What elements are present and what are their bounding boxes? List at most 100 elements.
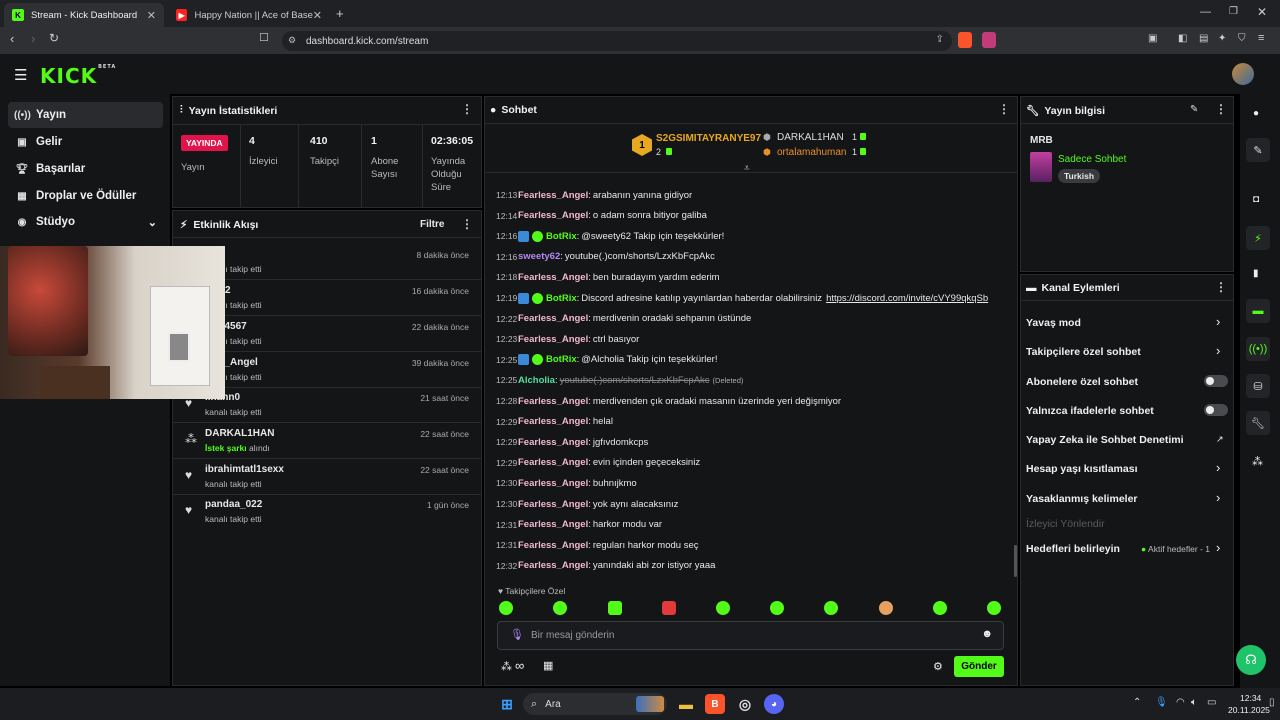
- record-icon[interactable]: ◘: [1253, 194, 1259, 205]
- tray-expand-icon[interactable]: ⌃: [1133, 697, 1141, 708]
- discord-icon[interactable]: ◕: [764, 694, 784, 714]
- sidebar-item-basarilar[interactable]: 🏆︎ Başarılar: [8, 156, 163, 182]
- more-options-icon[interactable]: ⋮: [998, 102, 1010, 116]
- new-tab-icon[interactable]: +: [336, 6, 344, 21]
- settings-gear-icon[interactable]: ⚙: [933, 660, 943, 673]
- emote-icon[interactable]: [608, 601, 622, 615]
- top-gifter-name[interactable]: S2GSIMITAYRANYE97: [656, 133, 761, 144]
- hamburger-menu-icon[interactable]: ☰: [14, 66, 27, 84]
- emote-icon[interactable]: [499, 601, 513, 615]
- activity-item[interactable]: ♥ pandaa_022 kanalı takip etti 1 gün önce: [173, 494, 481, 530]
- file-explorer-icon[interactable]: ▬: [676, 694, 696, 714]
- info-icon[interactable]: ●: [1253, 108, 1259, 119]
- brave-rewards-icon[interactable]: [982, 32, 996, 48]
- emote-icon[interactable]: [553, 601, 567, 615]
- action-slow-mode[interactable]: Yavaş mod: [1026, 317, 1081, 329]
- more-options-icon[interactable]: ⋮: [1215, 280, 1227, 294]
- emotes-only-toggle[interactable]: [1204, 404, 1228, 416]
- more-options-icon[interactable]: ⋮: [461, 217, 473, 231]
- sidebar-item-studyo[interactable]: ◉ Stüdyo ⌄: [8, 209, 163, 235]
- chat-username[interactable]: Alcholia: [518, 375, 555, 386]
- emote-icon[interactable]: [662, 601, 676, 615]
- store-icon[interactable]: ▦: [543, 659, 553, 672]
- send-button[interactable]: Gönder: [954, 656, 1004, 677]
- chevron-right-icon[interactable]: ›: [1216, 314, 1220, 329]
- edit-stream-icon[interactable]: ✎: [1246, 138, 1270, 162]
- battery-icon[interactable]: ▭: [1207, 697, 1216, 708]
- emote-icon[interactable]: [716, 601, 730, 615]
- emote-icon[interactable]: [824, 601, 838, 615]
- sidebar-item-yayin[interactable]: ((•)) Yayın: [8, 102, 163, 128]
- action-account-age[interactable]: Hesap yaşı kısıtlaması: [1026, 463, 1138, 475]
- brave-browser-icon[interactable]: B: [705, 694, 725, 714]
- kick-logo[interactable]: KICKBETA: [40, 64, 116, 88]
- emoji-icon[interactable]: ☻: [981, 628, 993, 640]
- song-request-icon[interactable]: ⁂: [1252, 455, 1263, 468]
- chevron-right-icon[interactable]: ›: [1216, 490, 1220, 505]
- action-followers-only[interactable]: Takipçilere özel sohbet: [1026, 346, 1141, 358]
- more-options-icon[interactable]: ⋮: [1215, 102, 1227, 116]
- song-request-icon[interactable]: ⁂: [501, 660, 512, 673]
- chat-username[interactable]: BotRix: [546, 231, 577, 242]
- gifter-2-name[interactable]: DARKAL1HAN: [777, 132, 844, 143]
- notes-icon[interactable]: ▮: [1253, 268, 1259, 279]
- chat-username[interactable]: Fearless_Angel: [518, 396, 588, 407]
- close-icon[interactable]: ✕: [313, 9, 322, 22]
- sidebar-item-droplar[interactable]: ▦ Droplar ve Ödüller: [8, 183, 163, 209]
- activity-item[interactable]: ♥ ibrahimtatl1sexx kanalı takip etti 22 saa…: [173, 459, 481, 495]
- chat-username[interactable]: Fearless_Angel: [518, 210, 588, 221]
- chat-username[interactable]: Fearless_Angel: [518, 499, 588, 510]
- chat-username[interactable]: Fearless_Angel: [518, 540, 588, 551]
- chat-username[interactable]: Fearless_Angel: [518, 457, 588, 468]
- activity-bolt-icon[interactable]: ⚡︎: [1246, 226, 1270, 250]
- leo-ai-icon[interactable]: ✦: [1218, 33, 1226, 44]
- support-chat-icon[interactable]: ☊: [1236, 645, 1266, 675]
- chevron-right-icon[interactable]: ›: [1216, 460, 1220, 475]
- close-icon[interactable]: ✕: [147, 9, 156, 22]
- edit-pencil-icon[interactable]: ✎: [1190, 104, 1198, 115]
- category-name[interactable]: Sadece Sohbet: [1058, 154, 1126, 165]
- emote-icon[interactable]: [987, 601, 1001, 615]
- minimize-icon[interactable]: —: [1200, 6, 1211, 18]
- chevron-right-icon[interactable]: ›: [1216, 343, 1220, 358]
- chat-username[interactable]: Fearless_Angel: [518, 190, 588, 201]
- chat-icon[interactable]: ▬: [1246, 299, 1270, 323]
- window-close-icon[interactable]: ✕: [1257, 5, 1267, 19]
- chat-username[interactable]: Fearless_Angel: [518, 416, 588, 427]
- chat-username[interactable]: Fearless_Angel: [518, 437, 588, 448]
- obs-icon[interactable]: ◎: [735, 694, 755, 714]
- chat-username[interactable]: Fearless_Angel: [518, 519, 588, 530]
- more-options-icon[interactable]: ⋮: [461, 102, 473, 116]
- infinity-icon[interactable]: ∞: [515, 658, 524, 673]
- avatar[interactable]: [1232, 63, 1254, 85]
- volume-icon[interactable]: 🔈︎: [1191, 697, 1197, 708]
- activity-item[interactable]: ⁂ DARKAL1HAN İstek şarkı alındı 22 saat önc…: [173, 423, 481, 459]
- sidebar-item-gelir[interactable]: ▣ Gelir: [8, 129, 163, 155]
- forward-icon[interactable]: ›: [31, 31, 35, 46]
- microphone-tray-icon[interactable]: 🎙︎: [1155, 697, 1168, 708]
- emote-icon[interactable]: [879, 601, 893, 615]
- action-banned-words[interactable]: Yasaklanmış kelimeler: [1026, 493, 1138, 505]
- share-icon[interactable]: ⇪: [936, 34, 944, 45]
- filter-button[interactable]: Filtre: [420, 219, 444, 230]
- chat-input[interactable]: 🎙︎ Bir mesaj gönderin ☻: [497, 621, 1004, 650]
- gifter-3-name[interactable]: ortalamahuman: [777, 147, 846, 158]
- wrench-icon[interactable]: 🔧︎: [1246, 411, 1270, 435]
- broadcast-icon[interactable]: ((•)): [1246, 337, 1270, 361]
- subscribers-only-toggle[interactable]: [1204, 375, 1228, 387]
- chat-scrollbar[interactable]: [1014, 545, 1017, 577]
- chat-username[interactable]: Fearless_Angel: [518, 560, 588, 571]
- windows-start-icon[interactable]: ⊞: [497, 694, 517, 714]
- chat-username[interactable]: BotRix: [546, 293, 577, 304]
- notifications-icon[interactable]: ▯: [1269, 697, 1275, 708]
- chat-username[interactable]: Fearless_Angel: [518, 334, 588, 345]
- category-thumbnail[interactable]: [1030, 152, 1052, 182]
- maximize-icon[interactable]: ❐: [1229, 6, 1238, 17]
- chat-link[interactable]: https://discord.com/invite/cVY99qkqSb: [826, 293, 988, 304]
- wifi-icon[interactable]: ◠: [1176, 697, 1185, 708]
- microphone-icon[interactable]: 🎙︎: [510, 628, 524, 641]
- tab-search-icon[interactable]: ▣: [1148, 33, 1157, 44]
- wallet-icon[interactable]: ▤: [1199, 33, 1208, 44]
- emote-icon[interactable]: [933, 601, 947, 615]
- clock-time[interactable]: 12:34: [1240, 693, 1261, 703]
